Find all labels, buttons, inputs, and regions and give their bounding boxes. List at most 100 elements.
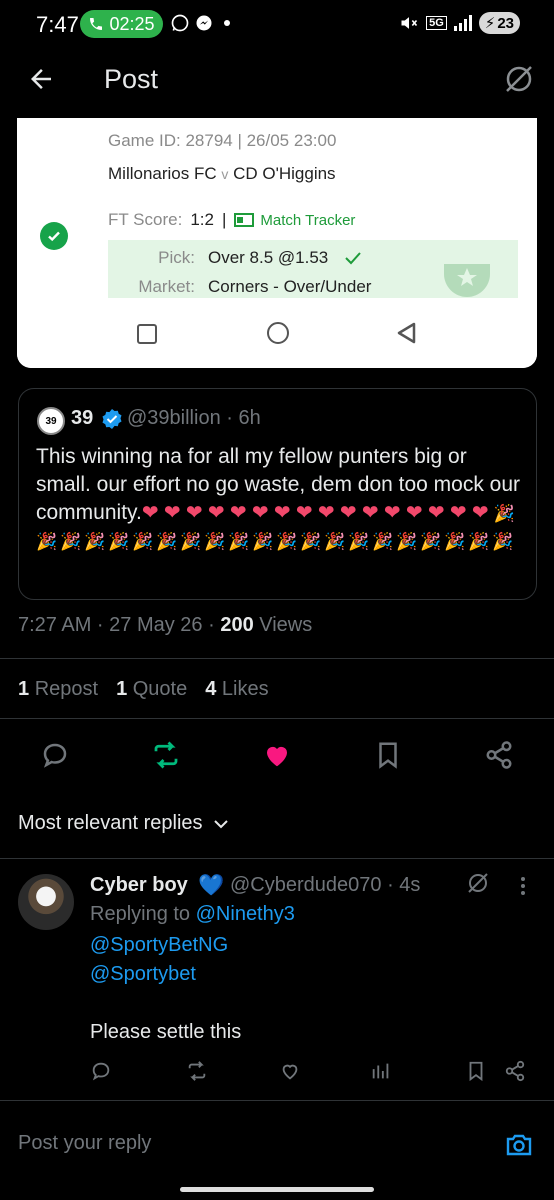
replying-prefix: Replying to bbox=[90, 903, 196, 925]
party-popper-emoji-icon: 🎉 bbox=[493, 504, 515, 523]
reply-text: Please settle this bbox=[90, 1021, 242, 1043]
chevron-down-icon bbox=[213, 819, 228, 828]
heart-emoji-icon: ❤ bbox=[317, 502, 335, 524]
network-type: 5G bbox=[426, 16, 447, 30]
signal-icon bbox=[453, 15, 472, 31]
battery-indicator: ⚡ 23 bbox=[478, 12, 520, 34]
heart-emoji-icon: ❤ bbox=[339, 502, 357, 524]
heart-emoji-icon: ❤ bbox=[383, 502, 401, 524]
repost-icon[interactable] bbox=[151, 740, 181, 770]
reply-action-bar bbox=[0, 1058, 554, 1086]
quoted-avatar[interactable]: 39 bbox=[37, 407, 65, 435]
party-popper-emoji-icon: 🎉 bbox=[420, 532, 442, 551]
call-timer-pill[interactable]: 02:25 bbox=[80, 10, 163, 38]
heart-emoji-icon: ❤ bbox=[163, 502, 181, 524]
grok-icon[interactable] bbox=[502, 62, 536, 96]
divider bbox=[0, 658, 554, 659]
top-app-bar: Post bbox=[0, 52, 554, 108]
like-icon[interactable] bbox=[279, 1060, 301, 1082]
battery-level: 23 bbox=[497, 14, 514, 32]
pick-value: Over 8.5 @1.53 bbox=[208, 248, 329, 267]
more-vertical-icon[interactable] bbox=[520, 876, 526, 896]
heart-emoji-icon: ❤ bbox=[229, 502, 247, 524]
quoted-post[interactable]: 39 39 @39billion · 6h This winning na fo… bbox=[18, 388, 537, 600]
pick-check-icon bbox=[345, 252, 361, 265]
bookmark-icon[interactable] bbox=[465, 1060, 487, 1082]
party-popper-emoji-icon: 🎉 bbox=[84, 532, 106, 551]
party-popper-emoji-icon: 🎉 bbox=[252, 532, 274, 551]
replying-to: Replying to @Ninethy3 bbox=[90, 903, 295, 926]
call-timer: 02:25 bbox=[109, 13, 155, 34]
market-label: Market: bbox=[138, 277, 195, 296]
party-popper-emoji-icon: 🎉 bbox=[228, 532, 250, 551]
share-icon[interactable] bbox=[504, 1060, 526, 1082]
more-notifications-dot bbox=[224, 20, 230, 26]
reply-handle-time: @Cyberdude070 · 4s bbox=[230, 874, 421, 896]
camera-icon[interactable] bbox=[504, 1130, 534, 1160]
heart-emoji-icon: ❤ bbox=[405, 502, 423, 524]
heart-emoji-icon: ❤ bbox=[273, 502, 291, 524]
share-icon[interactable] bbox=[484, 740, 514, 770]
party-popper-emoji-icon: 🎉 bbox=[180, 532, 202, 551]
post-meta: 7:27 AM · 27 May 26 · 200 Views bbox=[18, 614, 312, 637]
post-timestamp: 7:27 AM · 27 May 26 · bbox=[18, 614, 221, 636]
quoted-handle-time: @39billion · 6h bbox=[127, 407, 261, 429]
replies-sort-dropdown[interactable]: Most relevant replies bbox=[18, 812, 229, 835]
heart-emoji-icon: ❤ bbox=[361, 502, 379, 524]
reply-author-name[interactable]: Cyber boy bbox=[90, 874, 188, 897]
quotes-count: 1 bbox=[116, 678, 128, 700]
home-team: Millonarios FC bbox=[108, 164, 217, 183]
mention-link[interactable]: @SportyBetNG bbox=[90, 934, 228, 957]
like-icon[interactable] bbox=[262, 740, 292, 770]
heart-emoji-icon: ❤ bbox=[427, 502, 445, 524]
quoted-author-name[interactable]: 39 bbox=[71, 407, 93, 430]
reposts-label: Repost bbox=[34, 678, 99, 700]
grok-icon[interactable] bbox=[466, 871, 490, 895]
pick-box: Pick: Over 8.5 @1.53 Market: Corners - O… bbox=[108, 240, 518, 300]
heart-emoji-icon: ❤ bbox=[251, 502, 269, 524]
system-icons: 5G ⚡ 23 bbox=[398, 12, 520, 34]
ft-score-row: FT Score: 1:2 | Match Tracker bbox=[108, 210, 355, 230]
back-triangle-icon bbox=[397, 322, 416, 344]
party-popper-emoji-icon: 🎉 bbox=[36, 532, 58, 551]
mute-icon bbox=[401, 17, 418, 29]
pick-label: Pick: bbox=[158, 248, 195, 267]
reposts-count: 1 bbox=[18, 678, 30, 700]
gesture-bar bbox=[180, 1187, 374, 1192]
reply-input[interactable]: Post your reply bbox=[18, 1132, 151, 1155]
party-popper-emoji-icon: 🎉 bbox=[156, 532, 178, 551]
match-tracker-label: Match Tracker bbox=[260, 211, 356, 229]
battery-bolt-icon: ⚡ bbox=[484, 15, 496, 32]
verified-badge-icon bbox=[102, 409, 122, 429]
replying-to-link[interactable]: @Ninethy3 bbox=[196, 903, 295, 925]
page-title: Post bbox=[104, 64, 159, 94]
repost-icon[interactable] bbox=[186, 1060, 208, 1082]
party-popper-emoji-icon: 🎉 bbox=[372, 532, 394, 551]
reply-avatar[interactable] bbox=[18, 874, 74, 930]
party-popper-emoji-icon: 🎉 bbox=[396, 532, 418, 551]
match-teams: Millonarios FC v CD O'Higgins bbox=[108, 164, 336, 184]
reply-icon[interactable] bbox=[90, 1060, 112, 1082]
party-popper-emoji-icon: 🎉 bbox=[276, 532, 298, 551]
attached-image[interactable]: Game ID: 28794 | 26/05 23:00 Millonarios… bbox=[17, 118, 537, 368]
quotes-stat[interactable]: 1 Quote bbox=[116, 678, 187, 701]
phone-icon bbox=[90, 18, 103, 30]
heart-emoji-icon: ❤ bbox=[295, 502, 313, 524]
back-arrow-icon[interactable] bbox=[26, 64, 56, 94]
likes-stat[interactable]: 4 Likes bbox=[205, 678, 268, 701]
heart-emoji-icon: ❤ bbox=[471, 502, 489, 524]
party-popper-emoji-icon: 🎉 bbox=[132, 532, 154, 551]
tracker-icon bbox=[234, 213, 255, 227]
reposts-stat[interactable]: 1 Repost bbox=[18, 678, 98, 701]
embedded-nav-bar bbox=[17, 298, 537, 368]
game-id: Game ID: 28794 | 26/05 23:00 bbox=[108, 131, 337, 150]
views-icon[interactable] bbox=[370, 1060, 392, 1082]
party-popper-emoji-icon: 🎉 bbox=[300, 532, 322, 551]
messenger-icon bbox=[196, 15, 212, 31]
engagement-stats: 1 Repost 1 Quote 4 Likes bbox=[18, 678, 269, 701]
mention-link[interactable]: @Sportybet bbox=[90, 963, 196, 986]
heart-emoji-icon: ❤ bbox=[141, 502, 159, 524]
party-popper-emoji-icon: 🎉 bbox=[324, 532, 346, 551]
bookmark-icon[interactable] bbox=[373, 740, 403, 770]
reply-icon[interactable] bbox=[40, 740, 70, 770]
